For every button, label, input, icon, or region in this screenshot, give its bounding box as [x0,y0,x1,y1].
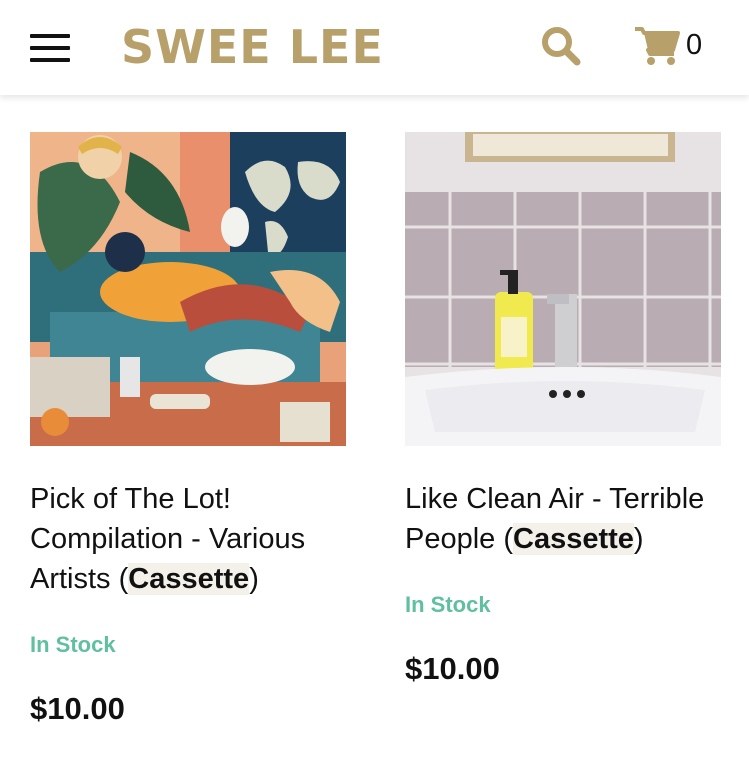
product-price: $10.00 [30,691,125,726]
menu-bar [30,34,70,38]
product-format: Cassette [513,523,634,555]
product-title-end: ) [249,563,259,595]
cart-count[interactable]: 0 [686,27,702,63]
stock-status: In Stock [405,592,491,617]
hamburger-menu-icon[interactable] [30,34,70,62]
product-card: Like Clean Air - Terrible People (Casset… [405,132,721,689]
site-logo[interactable]: SWEE LEE [121,22,384,72]
cart-icon[interactable] [634,26,680,66]
product-card: Pick of The Lot! Compilation - Various A… [30,132,346,729]
stock-status: In Stock [30,632,116,657]
product-title-end: ) [633,523,644,555]
menu-bar [30,58,70,62]
search-icon[interactable] [540,25,582,67]
menu-bar [30,46,70,50]
product-image-like-clean-air[interactable] [405,132,721,446]
product-image-pick-of-the-lot[interactable] [30,132,346,446]
product-price: $10.00 [405,651,500,686]
product-title[interactable]: Pick of The Lot! Compilation - Various A… [30,479,346,599]
product-format: Cassette [128,563,250,595]
product-title[interactable]: Like Clean Air - Terrible People (Casset… [405,479,721,559]
site-header: SWEE LEE 0 [0,0,749,95]
